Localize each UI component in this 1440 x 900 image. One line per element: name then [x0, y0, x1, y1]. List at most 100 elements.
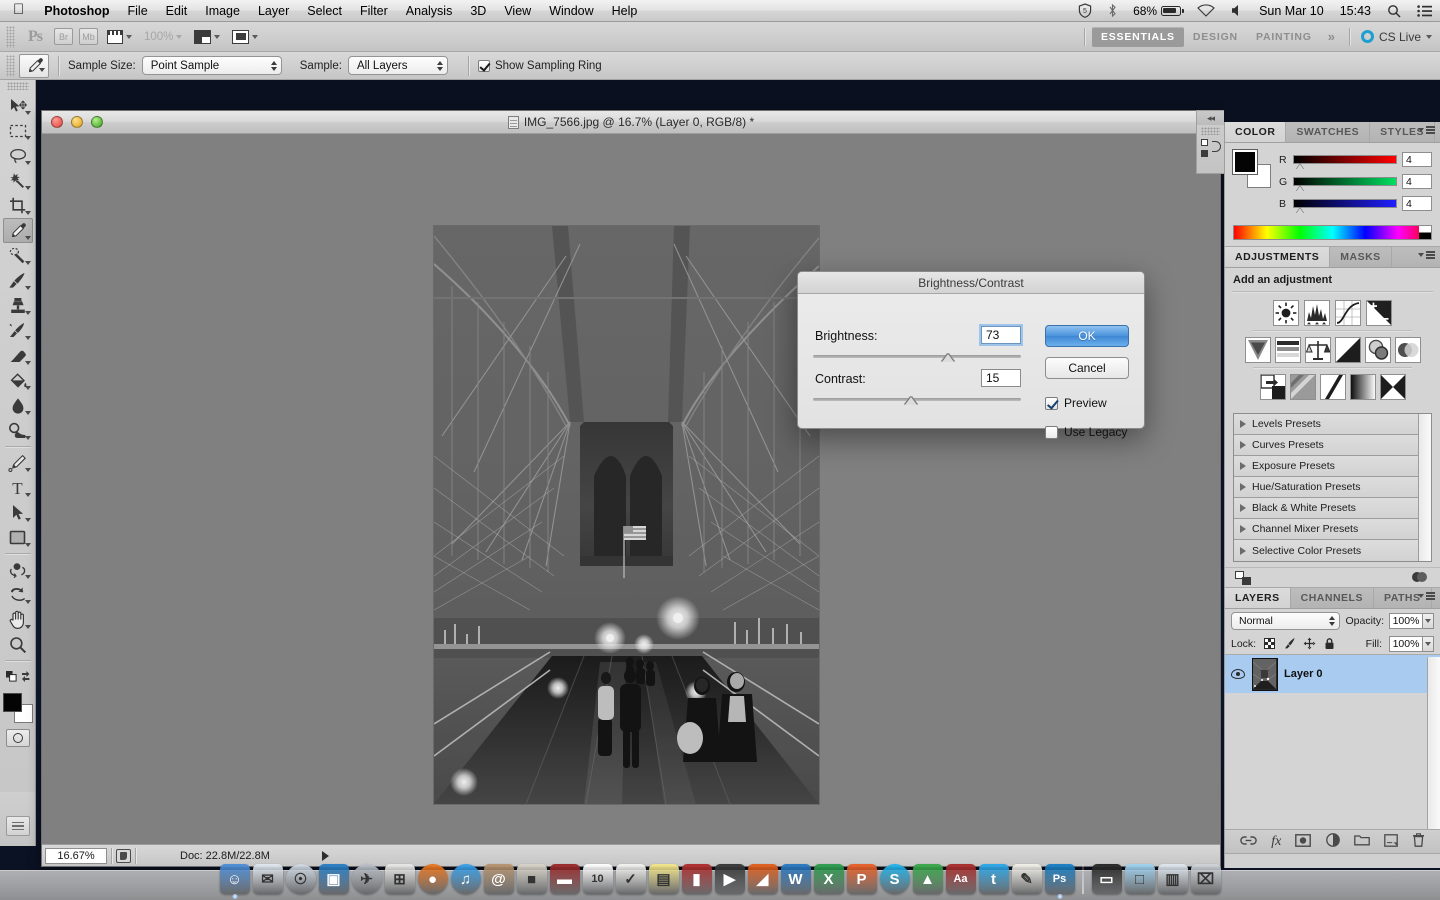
history-brush-tool[interactable]: [3, 318, 33, 343]
menu-item-3d[interactable]: 3D: [461, 0, 495, 22]
dock-item-finder[interactable]: ☺: [219, 864, 250, 899]
minimize-icon[interactable]: [71, 116, 83, 128]
clone-stamp-tool[interactable]: [3, 293, 33, 318]
bluetooth-icon[interactable]: [1100, 3, 1125, 18]
panel-menu-icon[interactable]: [6, 816, 30, 836]
vibrance-icon[interactable]: [1244, 337, 1271, 363]
ok-button[interactable]: OK: [1045, 325, 1129, 347]
fill-dropdown-icon[interactable]: [1423, 635, 1434, 652]
tab-swatches[interactable]: SWATCHES: [1286, 122, 1371, 142]
list-icon[interactable]: [1409, 4, 1440, 17]
foreground-color-swatch[interactable]: [1233, 150, 1257, 174]
dock-item-photoshop[interactable]: Ps: [1044, 864, 1075, 899]
rectangular-marquee-tool[interactable]: [3, 118, 33, 143]
path-selection-tool[interactable]: [3, 500, 33, 525]
rotate-3d-object-tool[interactable]: [3, 557, 33, 582]
opacity-control[interactable]: 100%: [1389, 613, 1434, 629]
opacity-dropdown-icon[interactable]: [1423, 613, 1434, 629]
volume-icon[interactable]: [1223, 4, 1251, 17]
document-title-bar[interactable]: IMG_7566.jpg @ 16.7% (Layer 0, RGB/8) *: [42, 111, 1220, 134]
invert-icon[interactable]: [1259, 374, 1286, 400]
dock-item-reminders[interactable]: ✓: [615, 864, 646, 894]
sample-select[interactable]: All Layers: [347, 56, 448, 75]
lock-transparency-icon[interactable]: [1263, 637, 1276, 650]
lock-position-icon[interactable]: [1303, 637, 1316, 650]
dock-item-keynote[interactable]: ▮: [681, 864, 712, 894]
launch-mini-bridge-button[interactable]: Mb: [79, 28, 98, 45]
rectangle-tool[interactable]: [3, 525, 33, 550]
cs-live-button[interactable]: CS Live: [1357, 30, 1432, 44]
search-icon[interactable]: [1379, 4, 1409, 18]
more-workspaces-icon[interactable]: »: [1321, 29, 1342, 44]
canvas-area[interactable]: [42, 134, 1220, 844]
dock-item-documents-stack[interactable]: ▭: [1091, 864, 1122, 894]
menu-item-edit[interactable]: Edit: [157, 0, 197, 22]
levels-icon[interactable]: [1304, 300, 1330, 326]
dock-item-twitter[interactable]: t: [978, 864, 1009, 894]
quick-mask-icon[interactable]: [5, 729, 30, 747]
dock-item-powerpoint[interactable]: P: [846, 864, 877, 894]
history-icon[interactable]: [1200, 139, 1221, 157]
blend-mode-select[interactable]: Normal: [1231, 612, 1341, 630]
move-tool[interactable]: [3, 93, 33, 118]
blur-tool[interactable]: [3, 393, 33, 418]
view-extras-button[interactable]: [101, 29, 138, 44]
dock-item-address-book[interactable]: @: [483, 864, 514, 894]
tab-color[interactable]: COLOR: [1225, 122, 1287, 142]
dock-item-safari[interactable]: ☉: [285, 864, 316, 894]
zoom-level-dropdown[interactable]: 100%: [138, 31, 188, 43]
gradient-map-icon[interactable]: [1349, 374, 1376, 400]
dock-item-dictionary-book[interactable]: ▬: [549, 864, 580, 894]
contrast-slider-thumb[interactable]: [904, 397, 917, 405]
brush-tool[interactable]: [3, 268, 33, 293]
tab-layers[interactable]: LAYERS: [1225, 588, 1291, 608]
channel-value-g[interactable]: 4: [1402, 174, 1432, 189]
brightness-contrast-icon[interactable]: [1273, 300, 1299, 326]
menu-item-window[interactable]: Window: [540, 0, 602, 22]
pen-tool[interactable]: [3, 450, 33, 475]
gradient-tool[interactable]: [3, 368, 33, 393]
dock-item-dictionary[interactable]: Aa: [945, 864, 976, 894]
dock-item-skype[interactable]: S: [879, 864, 910, 894]
hand-tool[interactable]: [3, 607, 33, 632]
dock-item-calculator[interactable]: ⊞: [384, 864, 415, 894]
collapse-panels-icon[interactable]: ◂◂: [1197, 111, 1224, 125]
image-canvas-photo[interactable]: [434, 226, 819, 804]
eraser-tool[interactable]: [3, 343, 33, 368]
menu-item-filter[interactable]: Filter: [351, 0, 397, 22]
spot-healing-brush-tool[interactable]: [3, 243, 33, 268]
menu-item-view[interactable]: View: [495, 0, 540, 22]
layer-name[interactable]: Layer 0: [1284, 668, 1323, 680]
dock-item-ical[interactable]: 10: [582, 864, 613, 894]
hue-saturation-icon[interactable]: [1274, 337, 1301, 363]
black-white-icon[interactable]: [1334, 337, 1361, 363]
fill-control[interactable]: 100%: [1389, 635, 1434, 652]
color-spectrum-ramp[interactable]: [1233, 225, 1432, 240]
dock-item-google-drive[interactable]: ▲: [912, 864, 943, 894]
fill-value[interactable]: 100%: [1389, 635, 1423, 652]
layer-visibility-toggle[interactable]: [1230, 669, 1246, 679]
dock-item-launchpad[interactable]: ✈: [351, 864, 382, 894]
slider-track-g[interactable]: [1293, 177, 1397, 192]
workspace-painting[interactable]: PAINTING: [1247, 27, 1321, 47]
brightness-slider-thumb[interactable]: [942, 354, 955, 362]
cancel-button[interactable]: Cancel: [1045, 357, 1129, 379]
use-legacy-checkbox[interactable]: Use Legacy: [1045, 425, 1127, 439]
preview-checkbox[interactable]: Preview: [1045, 396, 1107, 410]
lock-all-icon[interactable]: [1323, 637, 1336, 650]
preset-row-black-white[interactable]: Black & White Presets: [1234, 498, 1418, 519]
curves-icon[interactable]: [1335, 300, 1361, 326]
menu-clock-date[interactable]: Sun Mar 10: [1251, 0, 1332, 22]
brightness-contrast-dialog[interactable]: Brightness/Contrast Brightness: 73 Contr…: [797, 271, 1145, 439]
dock-item-trash[interactable]: ⌧: [1190, 864, 1221, 894]
menu-clock-time[interactable]: 15:43: [1332, 0, 1379, 22]
tab-channels[interactable]: CHANNELS: [1291, 588, 1374, 608]
dock-item-remote-desktop[interactable]: ▣: [318, 864, 349, 894]
workspace-essentials[interactable]: ESSENTIALS: [1091, 26, 1184, 47]
menu-item-layer[interactable]: Layer: [249, 0, 298, 22]
lasso-tool[interactable]: [3, 143, 33, 168]
exposure-icon[interactable]: [1366, 300, 1392, 326]
dock-item-imovie[interactable]: ▶: [714, 864, 745, 894]
apple-icon[interactable]: : [0, 2, 35, 17]
dodge-tool[interactable]: [3, 418, 33, 443]
